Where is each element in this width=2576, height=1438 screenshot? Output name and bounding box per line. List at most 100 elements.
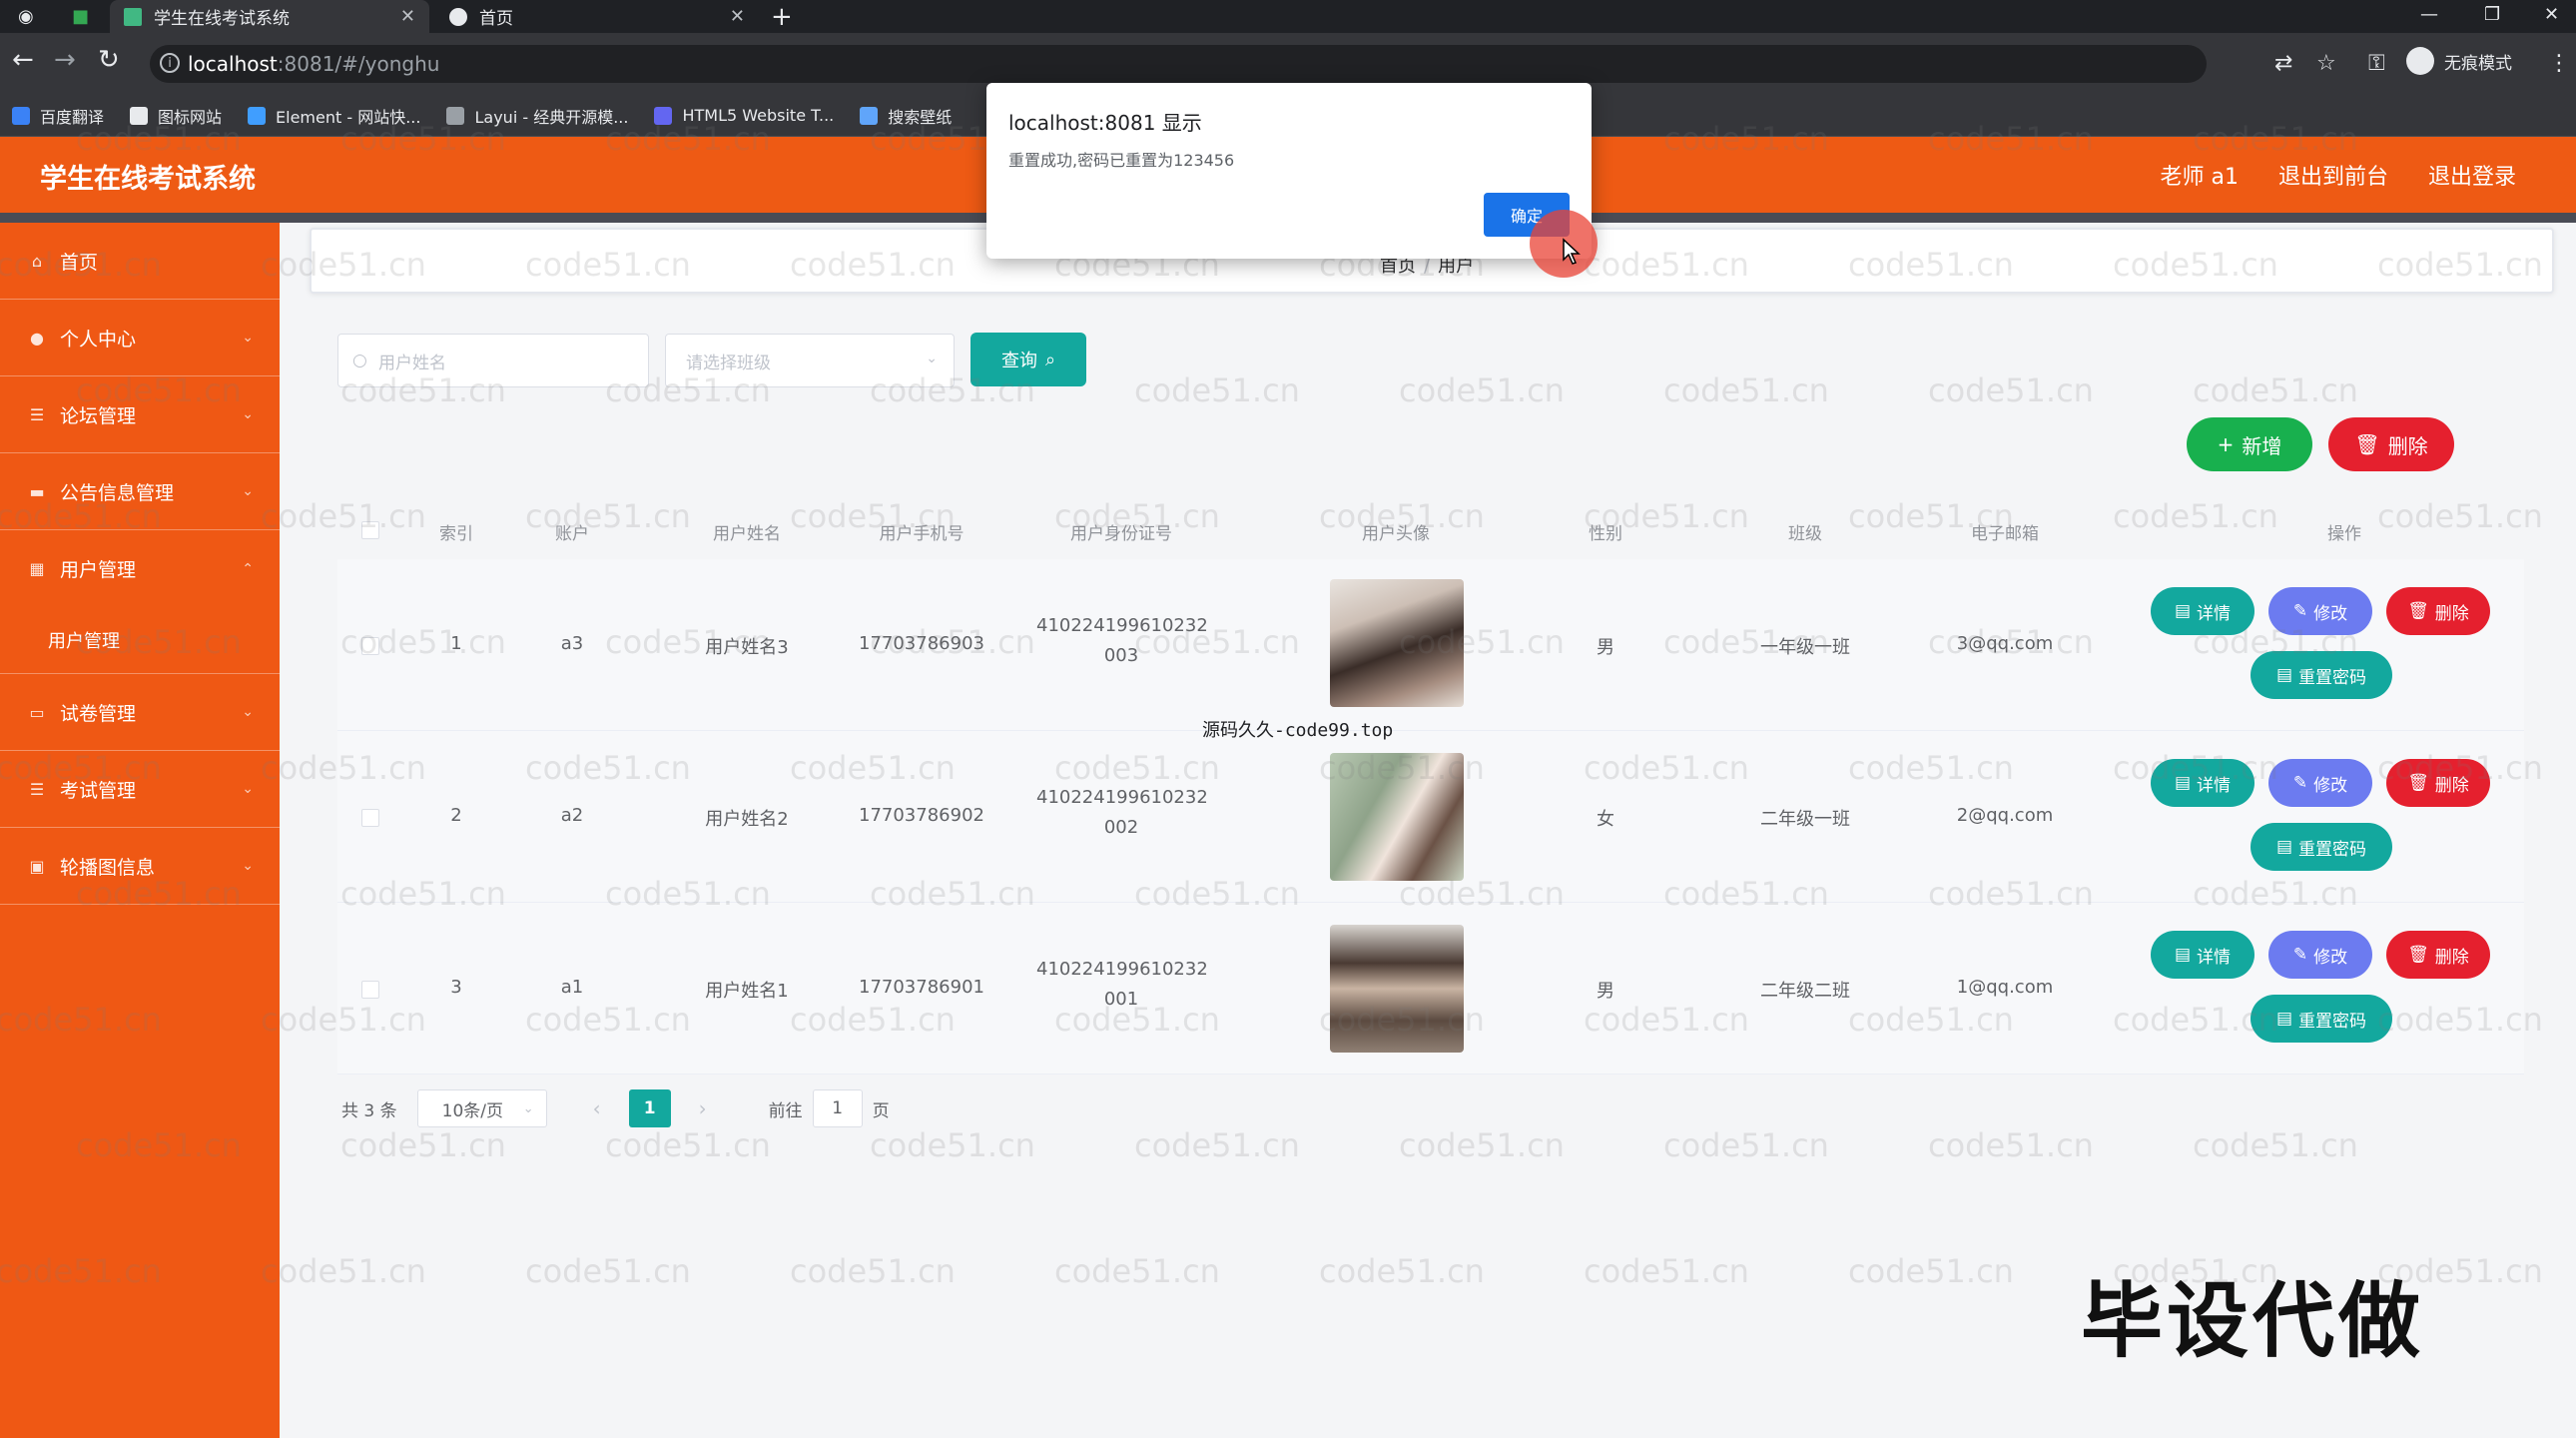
site-info-icon[interactable]: i (160, 53, 180, 73)
cell-phone: 17703786903 (859, 633, 984, 654)
goto-label: 前往 (768, 1100, 803, 1121)
cell-email: 3@qq.com (1956, 633, 2054, 654)
detail-button[interactable]: ▤ 详情 (2151, 587, 2254, 635)
cell-class: 一年级一班 (1760, 637, 1850, 658)
table-header: 索引 账户 用户姓名 用户手机号 用户身份证号 用户头像 性别 班级 电子邮箱 … (337, 499, 2524, 559)
name-search-input[interactable]: ○ 用户姓名 (337, 334, 649, 387)
breadcrumb-home[interactable]: 首页 (1380, 256, 1416, 277)
incognito-icon (2406, 47, 2434, 75)
column-header: 班级 (1788, 524, 1822, 544)
new-tab-icon[interactable]: + (771, 2, 793, 32)
sidebar-item-forum[interactable]: ☰ 论坛管理 ⌄ (0, 376, 280, 453)
list-icon: ☰ (29, 404, 45, 424)
url-field[interactable]: i localhost:8081/#/yonghu (150, 45, 2207, 83)
sidebar-item-carousel[interactable]: ▣ 轮播图信息 ⌄ (0, 828, 280, 905)
bookmark-item[interactable]: Element - 网站快... (248, 104, 420, 128)
cell-id-number: 410224199610232 (1036, 615, 1208, 636)
reset-password-button[interactable]: ▤ 重置密码 (2251, 995, 2392, 1043)
query-button[interactable]: 查询 ⌕ (970, 333, 1086, 386)
grid-icon: ▦ (29, 559, 45, 578)
reload-icon[interactable]: ↻ (98, 45, 120, 75)
page-size-select[interactable]: 10条/页 ⌄ (416, 1089, 547, 1127)
delete-button[interactable]: 🗑 删除 (2386, 587, 2490, 635)
tab-exam-system[interactable]: 学生在线考试系统 ✕ (110, 0, 429, 33)
translate-icon[interactable]: ⇄ (2274, 51, 2292, 76)
app-tab-icon[interactable]: ■ (72, 6, 89, 27)
back-icon[interactable]: ← (12, 45, 34, 75)
sidebar-item-notice[interactable]: ▬ 公告信息管理 ⌄ (0, 453, 280, 530)
site-watermark: code51.cn (1928, 371, 2094, 409)
edit-button[interactable]: ✎ 修改 (2268, 759, 2372, 807)
cell-index: 1 (450, 633, 462, 654)
site-watermark: code51.cn (261, 1252, 426, 1290)
select-all-checkbox[interactable] (361, 521, 379, 539)
tab-close-icon[interactable]: ✕ (730, 6, 745, 27)
restore-icon[interactable]: ❐ (2484, 4, 2500, 25)
delete-button[interactable]: 🗑 删除 (2386, 931, 2490, 979)
bookmark-item[interactable]: 图标网站 (130, 104, 222, 128)
table-row: 1 a3 用户姓名3 17703786903 410224199610232 0… (337, 559, 2524, 731)
user-icon: ● (30, 328, 44, 348)
sidebar-item-profile[interactable]: ● 个人中心 ⌄ (0, 300, 280, 376)
row-checkbox[interactable] (361, 981, 379, 999)
more-menu-icon[interactable]: ⋮ (2548, 51, 2570, 76)
bookmark-star-icon[interactable]: ☆ (2316, 51, 2336, 76)
document-icon: ▤ (2275, 1009, 2293, 1029)
site-watermark: code51.cn (870, 1126, 1035, 1164)
window-close-icon[interactable]: ✕ (2544, 4, 2559, 25)
sidebar-item-home[interactable]: ⌂ 首页 (0, 223, 280, 300)
current-user-label: 老师 a1 (2160, 165, 2239, 190)
sidebar-item-papers[interactable]: ▭ 试卷管理 ⌄ (0, 674, 280, 751)
cell-phone: 17703786901 (859, 977, 984, 998)
site-watermark: code51.cn (525, 1252, 691, 1290)
edit-button[interactable]: ✎ 修改 (2268, 931, 2372, 979)
tab-home[interactable]: 首页 ✕ (439, 0, 759, 33)
delete-button[interactable]: 🗑 删除 (2386, 759, 2490, 807)
bookmark-item[interactable]: 百度翻译 (12, 104, 104, 128)
logout-link[interactable]: 退出登录 (2428, 159, 2516, 191)
reset-password-button[interactable]: ▤ 重置密码 (2251, 651, 2392, 699)
row-checkbox[interactable] (361, 809, 379, 827)
cell-index: 3 (450, 977, 462, 998)
chevron-down-icon: ⌄ (522, 1100, 534, 1116)
detail-button[interactable]: ▤ 详情 (2151, 931, 2254, 979)
next-page-icon[interactable]: › (683, 1096, 723, 1120)
goto-page-input[interactable]: 1 (812, 1089, 863, 1127)
bookmark-item[interactable]: HTML5 Website T... (654, 106, 834, 125)
cell-id-number-suffix: 001 (1103, 989, 1139, 1010)
alert-dialog: localhost:8081 显示 重置成功,密码已重置为123456 确定 (986, 83, 1592, 259)
tab-close-icon[interactable]: ✕ (400, 6, 415, 27)
bookmark-item[interactable]: Layui - 经典开源模... (446, 104, 628, 128)
wallpaper-bookmark-icon (860, 106, 879, 125)
banner-watermark: 毕设代做 (2081, 1274, 2425, 1369)
header-links: 老师 a1 退出到前台 退出登录 (2160, 159, 2516, 191)
table-row: 3 a1 用户姓名1 17703786901 410224199610232 0… (337, 903, 2524, 1075)
row-checkbox[interactable] (361, 637, 379, 655)
sidebar-item-users[interactable]: ▦ 用户管理 ⌃ (0, 530, 280, 607)
bookmark-item[interactable]: 搜索壁纸 (860, 104, 952, 128)
current-page-button[interactable]: 1 (628, 1089, 671, 1127)
prev-page-icon[interactable]: ‹ (577, 1096, 617, 1120)
browser-menu-icon[interactable]: ◉ (18, 6, 34, 27)
site-watermark: code51.cn (1663, 371, 1829, 409)
minimize-icon[interactable]: — (2420, 4, 2438, 25)
reset-password-button[interactable]: ▤ 重置密码 (2251, 823, 2392, 871)
forward-icon[interactable]: → (54, 45, 76, 75)
back-to-front-link[interactable]: 退出到前台 (2278, 159, 2388, 191)
site-watermark: code51.cn (2193, 1126, 2358, 1164)
sidebar-subitem-user-management[interactable]: 用户管理 (0, 607, 280, 674)
class-select[interactable]: 请选择班级 ⌄ (665, 334, 955, 387)
table-row: 2 a2 用户姓名2 17703786902 410224199610232 0… (337, 731, 2524, 903)
add-button[interactable]: + 新增 (2187, 417, 2312, 471)
sidebar-item-exams[interactable]: ☰ 考试管理 ⌄ (0, 751, 280, 828)
batch-delete-button[interactable]: 🗑 删除 (2328, 417, 2454, 471)
column-header: 索引 (439, 524, 473, 544)
cell-id-number: 410224199610232 (1036, 959, 1208, 980)
key-icon[interactable]: ⚿ (2368, 51, 2385, 76)
mouse-cursor-icon (1563, 238, 1581, 265)
detail-button[interactable]: ▤ 详情 (2151, 759, 2254, 807)
translate-bookmark-icon (12, 106, 30, 125)
site-watermark: code51.cn (1584, 1252, 1749, 1290)
incognito-indicator[interactable]: 无痕模式 (2406, 47, 2512, 75)
edit-button[interactable]: ✎ 修改 (2268, 587, 2372, 635)
